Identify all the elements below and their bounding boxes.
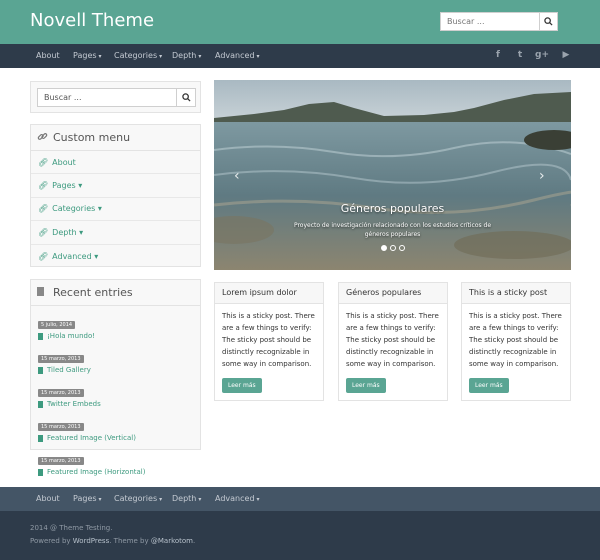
footer-nav-advanced[interactable]: Advanced ▾ [215,494,260,503]
entry-date: 5 julio, 2014 [38,321,76,329]
post-card: Géneros populares This is a sticky post.… [338,282,448,401]
sidebar-search-input[interactable]: Buscar ... [37,88,177,107]
wordpress-link[interactable]: WordPress [73,537,109,545]
google-plus-icon[interactable]: g+ [535,49,549,61]
entry-date: 15 marzo, 2013 [38,457,84,465]
chevron-down-icon: ▾ [198,53,202,60]
list-item: 15 marzo, 2013 Featured Image (Horizonta… [31,447,200,476]
read-more-button[interactable]: Leer más [469,378,509,393]
document-icon [38,332,43,340]
link-icon: 🔗︎ [38,204,49,214]
document-icon [38,366,43,374]
menu-item-advanced[interactable]: 🔗︎ Advanced ▾ [31,245,200,268]
nav-item-about[interactable]: About [36,51,60,60]
link-icon: 🔗︎ [38,251,49,261]
menu-item-pages[interactable]: 🔗︎ Pages ▾ [31,174,200,198]
nav-item-pages[interactable]: Pages ▾ [73,51,102,60]
slider-dot[interactable] [381,245,387,251]
site-title[interactable]: Novell Theme [30,10,154,31]
chevron-down-icon: ▾ [159,496,163,503]
slider-next-button[interactable]: › [539,168,545,184]
main-nav: About Pages ▾ Categories ▾ Depth ▾ Advanced… [0,44,600,68]
slide-title: Géneros populares [340,202,445,215]
post-card: This is a sticky post This is a sticky p… [461,282,571,401]
entry-date: 15 marzo, 2013 [38,389,84,397]
footer-nav-categories[interactable]: Categories ▾ [114,494,162,503]
custom-menu-widget: Custom menu 🔗︎ About 🔗︎ Pages ▾ 🔗︎ Categori… [30,124,201,267]
footer-nav-about[interactable]: About [36,494,60,503]
list-item: 15 marzo, 2013 Featured Image (Vertical) [31,413,200,442]
read-more-button[interactable]: Leer más [222,378,262,393]
menu-item-depth[interactable]: 🔗︎ Depth ▾ [31,221,200,245]
nav-item-categories[interactable]: Categories ▾ [114,51,162,60]
image-slider: ‹ › Géneros populares Proyecto de invest… [214,80,571,270]
sidebar-search-button[interactable] [176,88,196,107]
post-card-excerpt: This is a sticky post. There are a few t… [346,312,439,368]
footer-nav-pages[interactable]: Pages ▾ [73,494,102,503]
post-card-title[interactable]: Géneros populares [339,283,447,304]
entry-link[interactable]: ¡Hola mundo! [38,332,193,340]
twitter-icon[interactable]: t [514,49,526,61]
site-footer: 2014 @ Theme Testing. Powered by WordPre… [0,511,600,560]
nav-item-depth[interactable]: Depth ▾ [172,51,201,60]
document-icon [38,400,43,408]
link-icon: 🔗︎ [38,157,49,167]
slider-indicators [381,245,405,251]
author-link[interactable]: @Markotom [151,537,193,545]
post-card-title[interactable]: Lorem ipsum dolor [215,283,323,304]
entry-date: 15 marzo, 2013 [38,423,84,431]
document-icon [37,286,48,299]
slider-dot[interactable] [399,245,405,251]
search-icon [181,93,191,102]
entry-date: 15 marzo, 2013 [38,355,84,363]
footer-credits: Powered by WordPress. Theme by @Markotom… [30,537,196,545]
list-item: 5 julio, 2014 ¡Hola mundo! [31,311,200,340]
post-card-excerpt: This is a sticky post. There are a few t… [222,312,315,368]
chevron-down-icon: ▾ [198,496,202,503]
search-icon [544,17,553,26]
youtube-icon[interactable]: ▶ [560,49,572,61]
slider-dot[interactable] [390,245,396,251]
entry-link[interactable]: Featured Image (Horizontal) [38,468,193,476]
footer-copyright: 2014 @ Theme Testing. [30,524,113,532]
entry-link[interactable]: Featured Image (Vertical) [38,434,193,442]
slide-image [214,80,571,270]
slide-caption: Proyecto de investigación relacionado co… [293,222,492,238]
list-item: 15 marzo, 2013 Twitter Embeds [31,379,200,408]
custom-menu-title: Custom menu [31,125,200,151]
footer-nav: About Pages ▾ Categories ▾ Depth ▾ Advanced… [0,487,600,511]
post-card-title[interactable]: This is a sticky post [462,283,570,304]
header-search-input[interactable] [440,12,539,31]
chevron-down-icon: ▾ [256,496,260,503]
header-search [440,12,558,31]
facebook-icon[interactable]: f [492,49,504,61]
read-more-button[interactable]: Leer más [346,378,386,393]
link-icon: 🔗︎ [38,181,49,191]
entry-link[interactable]: Tiled Gallery [38,366,193,374]
post-card-excerpt: This is a sticky post. There are a few t… [469,312,562,368]
link-icon: 🔗︎ [38,227,49,237]
list-item: 15 marzo, 2013 Tiled Gallery [31,345,200,374]
entry-link[interactable]: Twitter Embeds [38,400,193,408]
chevron-down-icon: ▾ [256,53,260,60]
chevron-down-icon: ▾ [98,496,102,503]
menu-item-about[interactable]: 🔗︎ About [31,151,200,175]
slider-prev-button[interactable]: ‹ [234,168,240,184]
chevron-down-icon: ▾ [98,53,102,60]
post-card: Lorem ipsum dolor This is a sticky post.… [214,282,324,401]
link-icon [37,131,48,145]
site-header: Novell Theme [0,0,600,44]
sidebar-search-widget: Buscar ... [30,81,201,113]
header-search-button[interactable] [539,12,558,31]
chevron-down-icon: ▾ [159,53,163,60]
recent-entries-title: Recent entries [31,280,200,306]
menu-item-categories[interactable]: 🔗︎ Categories ▾ [31,198,200,222]
document-icon [38,434,43,442]
recent-entries-widget: Recent entries 5 julio, 2014 ¡Hola mundo… [30,279,201,476]
document-icon [38,468,43,476]
nav-item-advanced[interactable]: Advanced ▾ [215,51,260,60]
footer-nav-depth[interactable]: Depth ▾ [172,494,201,503]
